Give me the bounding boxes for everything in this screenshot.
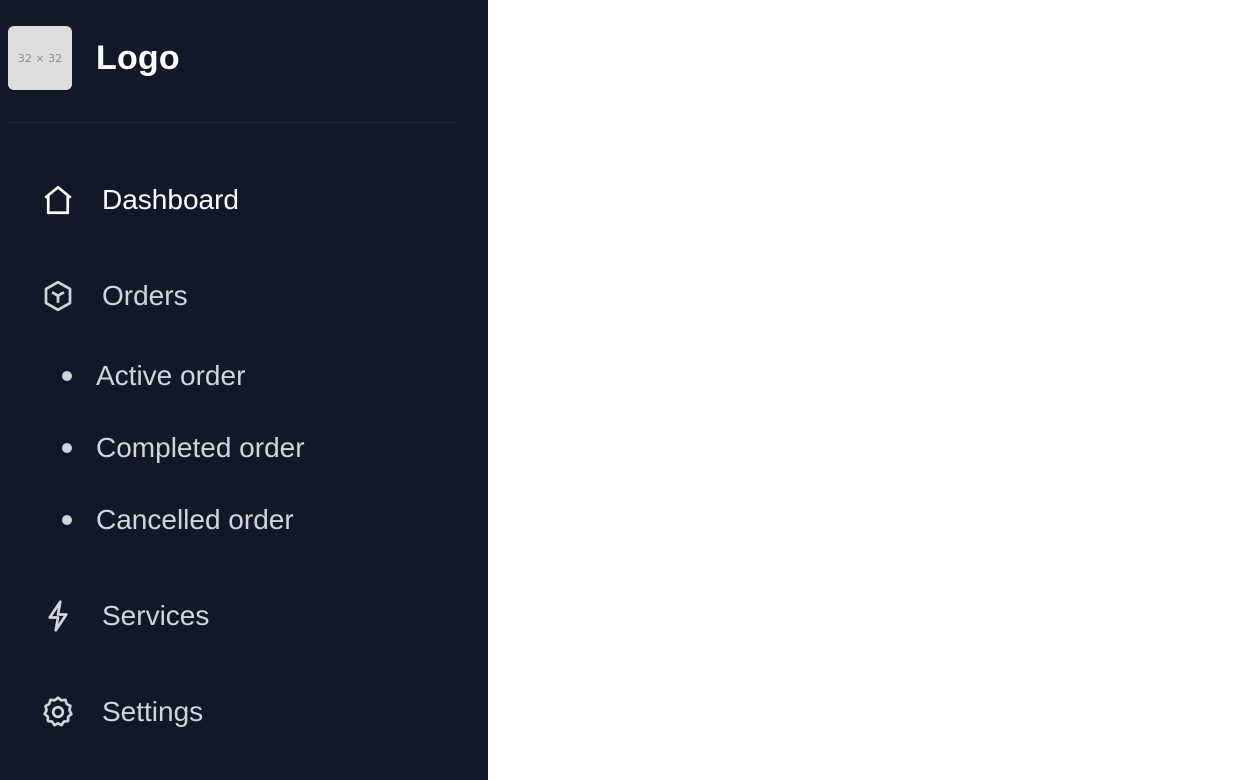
bolt-icon	[40, 598, 76, 634]
sidebar-item-services[interactable]: Services	[40, 596, 209, 636]
sidebar-subitem-completed-order[interactable]: Completed order	[62, 430, 305, 466]
sidebar: 32 × 32 Logo Dashboard Orders Active ord…	[0, 0, 488, 780]
sidebar-subitem-cancelled-order[interactable]: Cancelled order	[62, 502, 294, 538]
sidebar-item-label: Settings	[102, 696, 204, 727]
brand[interactable]: 32 × 32 Logo	[8, 26, 180, 90]
cube-icon	[40, 278, 76, 314]
sidebar-item-label: Orders	[102, 280, 188, 311]
bullet-icon	[62, 371, 72, 381]
bullet-icon	[62, 443, 72, 453]
logo-image: 32 × 32	[8, 26, 72, 90]
sidebar-item-label: Dashboard	[102, 184, 239, 215]
home-icon	[40, 182, 76, 218]
sidebar-subitem-label: Active order	[96, 360, 246, 391]
sidebar-item-orders[interactable]: Orders	[40, 276, 188, 316]
sidebar-item-label: Services	[102, 600, 210, 631]
gear-icon	[40, 694, 76, 730]
bullet-icon	[62, 515, 72, 525]
sidebar-subitem-label: Completed order	[96, 432, 305, 463]
sidebar-subitem-label: Cancelled order	[96, 504, 294, 535]
sidebar-item-settings[interactable]: Settings	[40, 692, 203, 732]
sidebar-subitem-active-order[interactable]: Active order	[62, 358, 245, 394]
sidebar-item-dashboard[interactable]: Dashboard	[40, 180, 239, 220]
main-content	[488, 0, 1246, 780]
sidebar-divider	[8, 122, 456, 123]
brand-name: Logo	[96, 38, 180, 77]
